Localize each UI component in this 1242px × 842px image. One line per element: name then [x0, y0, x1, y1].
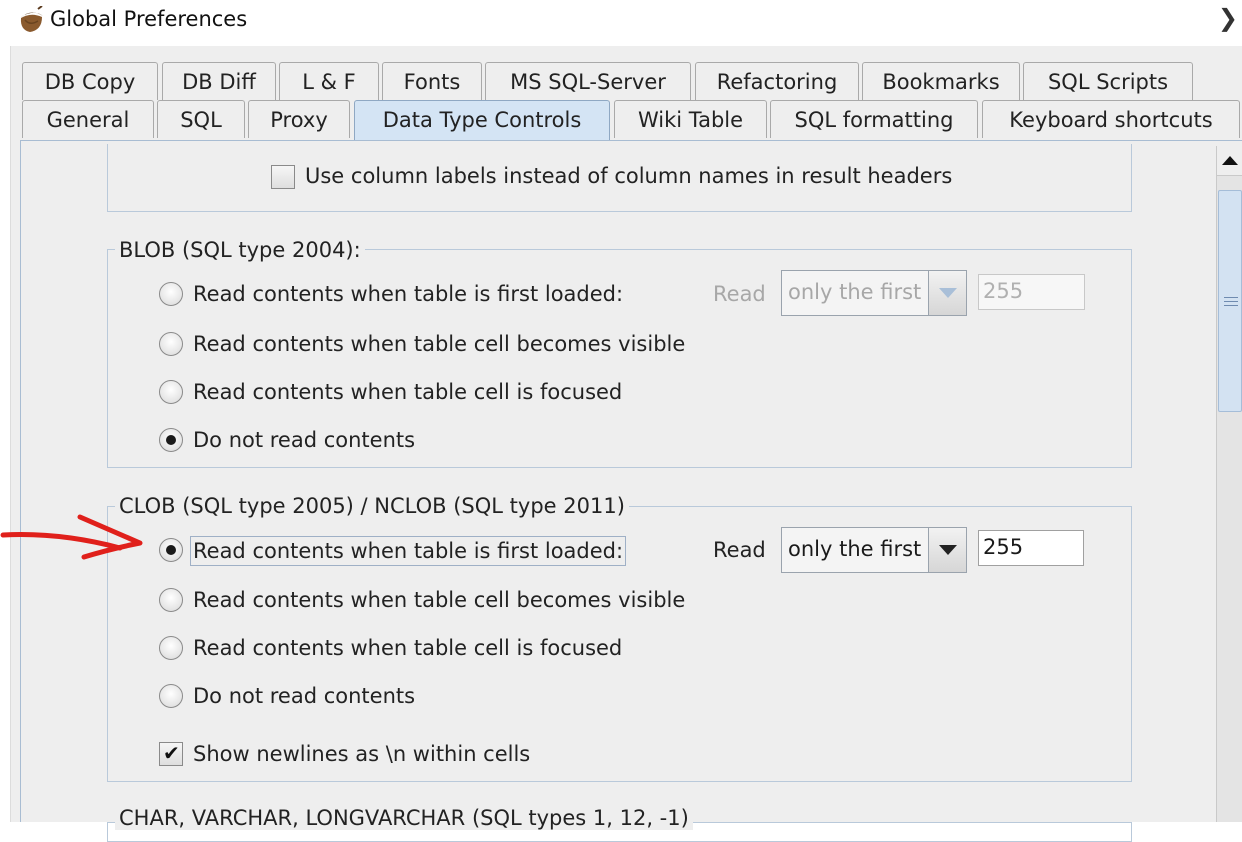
clob-read-label: Read: [713, 538, 766, 562]
clob-radio-cell-visible[interactable]: [159, 588, 183, 612]
blob-read-limit-field[interactable]: 255: [978, 274, 1085, 310]
chevron-right-icon[interactable]: ❯: [1218, 4, 1238, 32]
tab-db-diff[interactable]: DB Diff: [162, 62, 276, 100]
blob-option-cell-focused: Read contents when table cell is focused: [193, 380, 623, 404]
show-newlines-label: Show newlines as \n within cells: [193, 742, 531, 766]
title-bar: Global Preferences ❯: [0, 0, 1242, 44]
clob-dropdown-button[interactable]: [928, 528, 966, 572]
blob-option-do-not-read: Do not read contents: [193, 428, 416, 452]
tab-data-type-controls[interactable]: Data Type Controls: [354, 100, 610, 142]
clob-option-cell-visible: Read contents when table cell becomes vi…: [193, 588, 686, 612]
blob-option-first-loaded: Read contents when table is first loaded…: [193, 282, 624, 306]
clob-option-do-not-read: Do not read contents: [193, 684, 416, 708]
blob-read-mode-dropdown[interactable]: only the first: [781, 270, 967, 316]
scroll-up-button[interactable]: [1217, 146, 1242, 176]
vertical-scrollbar[interactable]: [1216, 146, 1242, 822]
tab-sql-formatting[interactable]: SQL formatting: [770, 100, 978, 138]
clob-radio-do-not-read[interactable]: [159, 684, 183, 708]
use-column-labels-label: Use column labels instead of column name…: [305, 164, 953, 188]
grip-line: [1224, 297, 1238, 298]
blob-group-title: BLOB (SQL type 2004):: [115, 238, 365, 262]
grip-line: [1224, 301, 1238, 302]
tab-ms-sql-server[interactable]: MS SQL-Server: [485, 62, 691, 100]
blob-radio-cell-focused[interactable]: [159, 380, 183, 404]
window-title: Global Preferences: [50, 7, 248, 31]
acorn-icon: [20, 6, 43, 32]
blob-radio-do-not-read[interactable]: [159, 428, 183, 452]
blob-radio-first-loaded[interactable]: [159, 282, 183, 306]
tab-fonts[interactable]: Fonts: [382, 62, 482, 100]
annotation-arrow-icon: [0, 514, 143, 560]
radio-selected-dot: [166, 435, 176, 445]
tab-bookmarks[interactable]: Bookmarks: [862, 62, 1020, 100]
use-column-labels-checkbox[interactable]: [271, 165, 295, 189]
chevron-up-icon: [1222, 156, 1238, 165]
blob-dropdown-button[interactable]: [928, 271, 966, 315]
blob-read-mode-value: only the first: [788, 280, 922, 304]
show-newlines-checkbox[interactable]: ✔: [159, 741, 183, 766]
tab-proxy[interactable]: Proxy: [248, 100, 350, 138]
scroll-thumb[interactable]: [1218, 190, 1242, 412]
clob-read-mode-dropdown[interactable]: only the first: [781, 527, 967, 573]
radio-selected-dot: [166, 545, 176, 555]
tab-sql[interactable]: SQL: [157, 100, 245, 138]
tab-sql-scripts[interactable]: SQL Scripts: [1023, 62, 1193, 100]
chevron-down-icon: [939, 288, 957, 298]
clob-group-title: CLOB (SQL type 2005) / NCLOB (SQL type 2…: [115, 494, 629, 518]
clob-read-limit-field[interactable]: 255: [978, 530, 1084, 566]
clob-radio-first-loaded[interactable]: [159, 538, 183, 562]
tab-db-copy[interactable]: DB Copy: [22, 62, 158, 100]
char-varchar-group-title: CHAR, VARCHAR, LONGVARCHAR (SQL types 1,…: [115, 806, 693, 830]
blob-option-cell-visible: Read contents when table cell becomes vi…: [193, 332, 686, 356]
grip-line: [1224, 305, 1238, 306]
blob-read-label: Read: [713, 282, 766, 306]
tab-refactoring[interactable]: Refactoring: [695, 62, 859, 100]
tab-l-and-f[interactable]: L & F: [279, 62, 379, 100]
clob-read-mode-value: only the first: [788, 537, 922, 561]
tab-general[interactable]: General: [22, 100, 154, 138]
tab-wiki-table[interactable]: Wiki Table: [614, 100, 767, 138]
checkmark-icon: ✔: [163, 741, 180, 765]
chevron-down-icon: [939, 545, 957, 555]
blob-radio-cell-visible[interactable]: [159, 332, 183, 356]
clob-radio-cell-focused[interactable]: [159, 636, 183, 660]
tab-keyboard-shortcuts[interactable]: Keyboard shortcuts: [982, 100, 1240, 138]
clob-option-first-loaded: Read contents when table is first loaded…: [190, 536, 627, 566]
clob-option-cell-focused: Read contents when table cell is focused: [193, 636, 623, 660]
